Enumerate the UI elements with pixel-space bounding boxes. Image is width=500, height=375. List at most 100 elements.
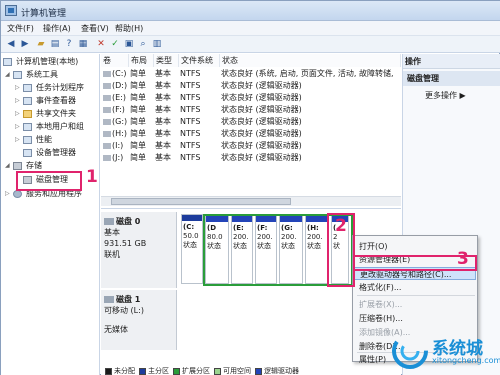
partition-status: 状态 xyxy=(207,242,221,250)
disk0-type: 基本 xyxy=(104,228,120,237)
volume-name: (G:) xyxy=(112,117,128,126)
legend-swatch xyxy=(255,367,262,375)
more-actions-link[interactable]: 更多操作 ▶ xyxy=(425,90,466,101)
partition-block[interactable]: (G: 200. 状态 xyxy=(279,214,303,284)
expand-arrow-icon[interactable]: ▷ xyxy=(15,134,21,146)
partition-label: (H: xyxy=(307,224,319,232)
partition-label: (E: xyxy=(233,224,244,232)
scrollbar-thumb[interactable] xyxy=(111,198,291,205)
column-header-layout[interactable]: 布局 xyxy=(129,54,154,67)
expand-arrow-icon[interactable]: ▷ xyxy=(15,121,21,133)
column-header-volume[interactable]: 卷 xyxy=(101,54,129,67)
back-icon[interactable]: ◀ xyxy=(5,38,17,50)
disk1-type: 可移动 (L:) xyxy=(104,306,144,315)
legend-swatch xyxy=(173,367,180,375)
volume-type: 基本 xyxy=(155,81,171,90)
column-header-filesystem[interactable]: 文件系统 xyxy=(179,54,220,67)
removable-disk-icon xyxy=(104,296,114,303)
volume-type: 基本 xyxy=(155,117,171,126)
disk1-info[interactable]: 磁盘 1 可移动 (L:) 无媒体 xyxy=(101,290,177,350)
partition-block[interactable]: (E: 200. 状态 xyxy=(231,214,253,284)
watermark-url: xitongcheng.com xyxy=(432,356,500,365)
volume-row[interactable]: (D:) 简单 基本 NTFS 状态良好 (逻辑驱动器) xyxy=(101,80,401,92)
column-header-status[interactable]: 状态 xyxy=(220,54,401,67)
search-icon[interactable]: ⌕ xyxy=(137,38,149,50)
event-viewer-icon xyxy=(23,97,32,105)
volume-status: 状态良好 (系统, 启动, 页面文件, 活动, 故障转储, xyxy=(221,69,394,78)
expand-arrow-icon[interactable]: ▷ xyxy=(5,188,11,200)
volume-filesystem: NTFS xyxy=(180,117,201,126)
title-bar: 计算机管理 xyxy=(1,1,500,21)
collapse-arrow-icon[interactable]: ◢ xyxy=(5,69,11,81)
volume-name: (F:) xyxy=(112,105,125,114)
volume-row[interactable]: (F:) 简单 基本 NTFS 状态良好 (逻辑驱动器) xyxy=(101,104,401,116)
volume-layout: 简单 xyxy=(130,141,146,150)
legend-label: 主分区 xyxy=(148,367,169,375)
partition-status: 状态 xyxy=(281,242,295,250)
partition-color-bar xyxy=(232,216,252,222)
context-menu-item[interactable]: 格式化(F)... xyxy=(354,281,476,294)
partition-status: 状态 xyxy=(257,242,271,250)
computer-management-icon xyxy=(5,5,17,16)
partition-size: 200. xyxy=(233,233,249,241)
computer-management-window: 计算机管理 文件(F) 操作(A) 查看(V) 帮助(H) ◀ ▶ ▰ ▤ ? … xyxy=(0,0,500,375)
context-menu-item[interactable]: 压缩卷(H)... xyxy=(354,312,476,325)
volume-status: 状态良好 (逻辑驱动器) xyxy=(221,153,302,162)
clock-icon xyxy=(23,84,32,92)
volume-row[interactable]: (J:) 简单 基本 NTFS 状态良好 (逻辑驱动器) xyxy=(101,152,401,164)
list-view-icon[interactable]: ▤ xyxy=(49,38,61,50)
disk1-name: 磁盘 1 xyxy=(116,295,141,304)
volume-icon xyxy=(103,154,111,161)
partition-size: 200. xyxy=(307,233,323,241)
volume-row[interactable]: (C:) 简单 基本 NTFS 状态良好 (系统, 启动, 页面文件, 活动, 故障转储… xyxy=(101,68,401,80)
expand-arrow-icon[interactable]: ▷ xyxy=(15,108,21,120)
volume-icon xyxy=(103,130,111,137)
volume-row[interactable]: (H:) 简单 基本 NTFS 状态良好 (逻辑驱动器) xyxy=(101,128,401,140)
disk0-info[interactable]: 磁盘 0 基本 931.51 GB 联机 xyxy=(101,212,177,288)
volume-layout: 简单 xyxy=(130,129,146,138)
partition-label: (C: xyxy=(183,223,195,231)
menu-action[interactable]: 操作(A) xyxy=(43,23,71,34)
menu-help[interactable]: 帮助(H) xyxy=(115,23,143,34)
volume-row[interactable]: (G:) 简单 基本 NTFS 状态良好 (逻辑驱动器) xyxy=(101,116,401,128)
volume-type: 基本 xyxy=(155,69,171,78)
partition-block[interactable]: (F: 200. 状态 xyxy=(255,214,277,284)
volume-filesystem: NTFS xyxy=(180,129,201,138)
partition-block[interactable]: (D 80.0 状态 xyxy=(205,214,229,284)
volume-type: 基本 xyxy=(155,105,171,114)
partition-label: (D xyxy=(207,224,217,232)
partition-block[interactable]: (H: 200. 状态 xyxy=(305,214,329,284)
volume-row[interactable]: (I:) 简单 基本 NTFS 状态良好 (逻辑驱动器) xyxy=(101,140,401,152)
actions-title: 操作 xyxy=(403,54,500,69)
column-header-type[interactable]: 类型 xyxy=(154,54,179,67)
help-icon[interactable]: ? xyxy=(63,38,75,50)
volume-layout: 简单 xyxy=(130,93,146,102)
partition-status: 状态 xyxy=(233,242,247,250)
menu-view[interactable]: 查看(V) xyxy=(81,23,109,34)
volume-filesystem: NTFS xyxy=(180,141,201,150)
expand-arrow-icon[interactable]: ▷ xyxy=(15,95,21,107)
partition-block[interactable]: (C: 50.0 状态 xyxy=(181,214,203,284)
context-menu-item[interactable]: 扩展卷(X)... xyxy=(354,298,476,311)
close-icon[interactable]: ✕ xyxy=(95,38,107,50)
check-icon[interactable]: ✓ xyxy=(109,38,121,50)
horizontal-scrollbar[interactable] xyxy=(101,196,401,206)
folder-up-icon[interactable]: ▰ xyxy=(35,38,47,50)
open-icon[interactable]: ▣ xyxy=(123,38,135,50)
actions-section-disk-management[interactable]: 磁盘管理 xyxy=(403,71,500,86)
menu-file[interactable]: 文件(F) xyxy=(7,23,34,34)
storage-icon xyxy=(13,162,22,170)
legend: 未分配 主分区 扩展分区 可用空间 逻辑驱动器 xyxy=(101,366,401,375)
forward-icon[interactable]: ▶ xyxy=(19,38,31,50)
disk1-media: 无媒体 xyxy=(104,325,128,334)
disk0-size: 931.51 GB xyxy=(104,239,147,248)
window-title: 计算机管理 xyxy=(21,9,67,19)
view-icon[interactable]: ▥ xyxy=(151,38,163,50)
properties-icon[interactable]: ▦ xyxy=(77,38,89,50)
volume-type: 基本 xyxy=(155,153,171,162)
expand-arrow-icon[interactable]: ▷ xyxy=(15,82,21,94)
volume-row[interactable]: (E:) 简单 基本 NTFS 状态良好 (逻辑驱动器) xyxy=(101,92,401,104)
menu-bar: 文件(F) 操作(A) 查看(V) 帮助(H) xyxy=(1,21,500,36)
legend-label: 可用空间 xyxy=(223,367,251,375)
collapse-arrow-icon[interactable]: ◢ xyxy=(5,160,11,172)
